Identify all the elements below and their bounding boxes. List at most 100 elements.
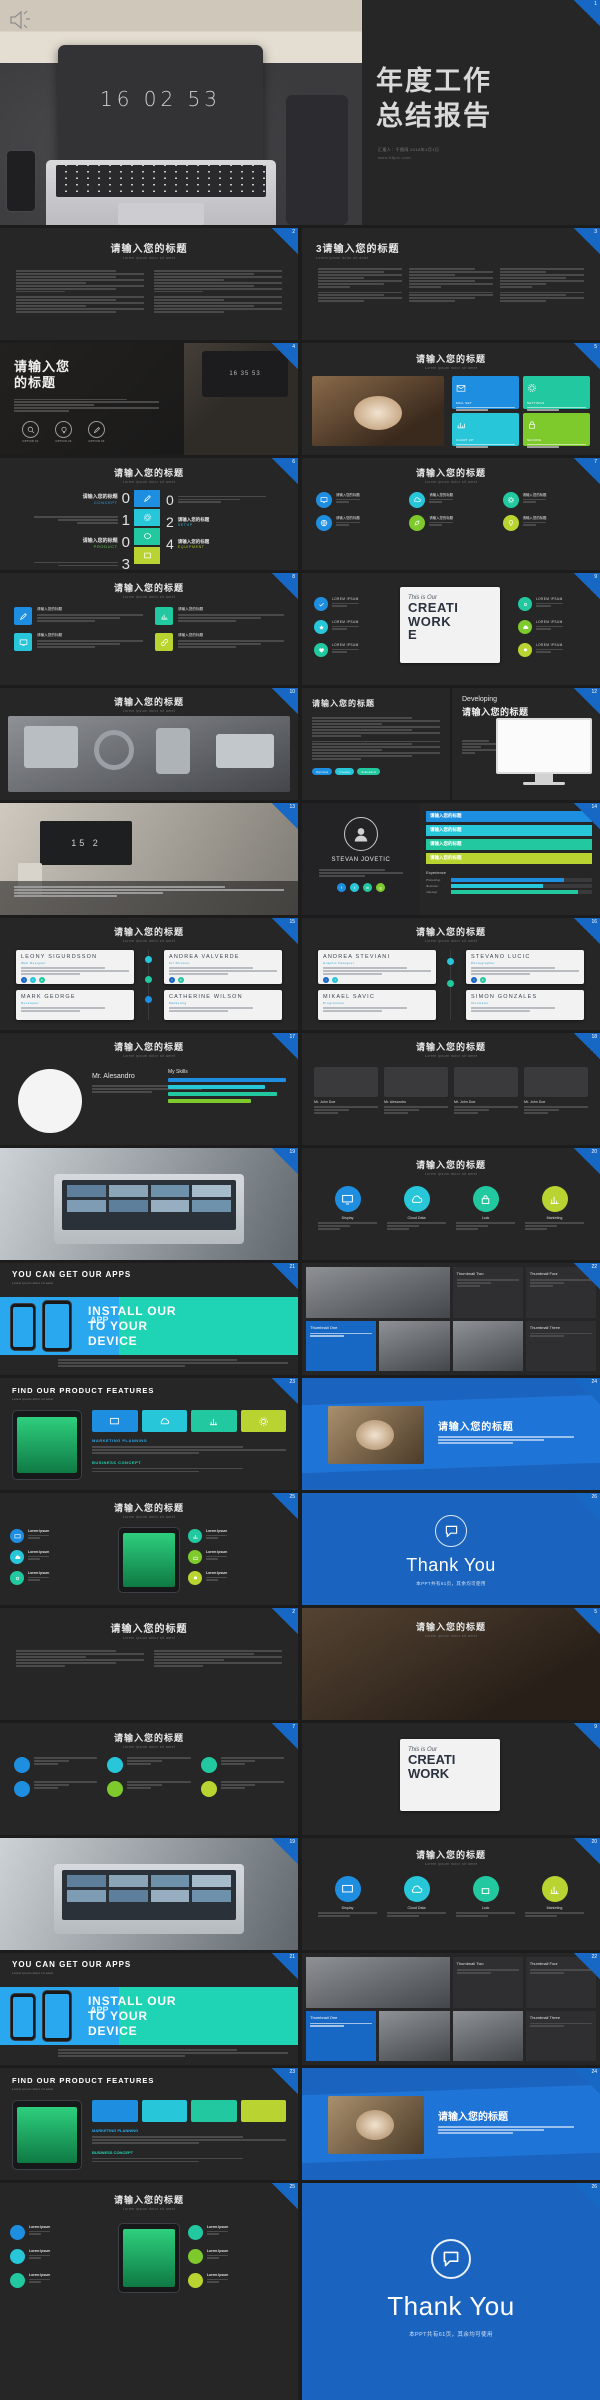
icon-cell[interactable]: 请输入您的标题 (502, 492, 586, 508)
circle-item[interactable]: Display (318, 1876, 377, 1918)
option-item[interactable]: OPTION 01 (22, 421, 39, 443)
slide-coffee-four-boxes[interactable]: 请输入您的标题 Lorem ipsum dolor sit amet 5 (302, 1608, 600, 1720)
circle-item[interactable]: Lock (456, 1876, 515, 1918)
team-card[interactable]: STEVANO LUCIC Photographer f in (466, 950, 584, 984)
slide-phone-features[interactable]: 请输入您的标题 Lorem ipsum dolor sit amet Lorem… (0, 1493, 298, 1605)
slide-laptop-photo[interactable]: 19 (0, 1838, 298, 1950)
tag-chip[interactable]: Create (335, 768, 355, 775)
feature-row[interactable]: 请输入您的标题 (14, 633, 143, 651)
bullet-item[interactable]: LOREM IPSUM (314, 620, 392, 634)
thumbnail-cell[interactable]: Thumbnail One (306, 1320, 377, 1371)
social-icon-facebook[interactable]: f (323, 976, 329, 983)
feature-box[interactable]: CHART UP (452, 413, 519, 448)
slide-text-three-column[interactable]: 3请输入您的标题 Lorem ipsum dolor sit amet 3 (302, 228, 600, 340)
icon-cell[interactable] (14, 1781, 98, 1797)
bullet-item[interactable]: LOREM IPSUM (518, 620, 590, 634)
slide-team-cards-left[interactable]: 请输入您的标题 Lorem ipsum dolor sit amet LEONY… (0, 918, 298, 1030)
feature-box[interactable]: SECURE (523, 413, 590, 448)
numbered-item[interactable]: 请输入您的标题 PRODUCT 0 (10, 534, 130, 551)
social-icon-linkedin[interactable]: in (480, 976, 486, 983)
feature-item[interactable]: Lorem Ipsum (188, 1550, 288, 1564)
feature-item[interactable]: Lorem Ipsum (10, 1529, 110, 1543)
circle-item[interactable]: Marketing (525, 1186, 584, 1231)
slide-text-two-column[interactable]: 请输入您的标题 Lorem ipsum dolor sit amet 2 (0, 1608, 298, 1720)
slide-thumbnail-grid[interactable]: Thumbnail Two Thumbnail Four Thumbnail O… (302, 1953, 600, 2065)
person-item[interactable]: Mr. John Doe (524, 1067, 588, 1115)
thumbnail-cell[interactable]: Thumbnail Two (452, 1957, 523, 2008)
feature-item[interactable]: Lorem Ipsum (10, 2249, 110, 2264)
slide-four-circle-icons[interactable]: 请输入您的标题 Lorem ipsum dolor sit amet Displ… (302, 1838, 600, 1950)
monitor-icon[interactable] (92, 1410, 138, 1432)
monitor-icon[interactable] (92, 2100, 138, 2122)
feature-item[interactable]: Lorem Ipsum (10, 2225, 110, 2240)
slide-laptop-photo[interactable]: 19 (0, 1148, 298, 1260)
social-icon-linkedin[interactable]: in (39, 976, 45, 983)
bullet-item[interactable]: LOREM IPSUM (314, 597, 392, 611)
social-icon-linkedin[interactable]: in (363, 882, 372, 892)
numbered-item[interactable]: 1 (10, 512, 130, 529)
bullet-item[interactable]: LOREM IPSUM (518, 597, 590, 611)
icon-cell[interactable] (200, 1757, 284, 1773)
slide-cover[interactable]: 16 02 53 年度工作 总结报告 汇报人：千图网 2018年1月1日 www… (0, 0, 600, 225)
team-card[interactable]: SIMON GONZALES Illustrator (466, 990, 584, 1020)
slide-text-two-column[interactable]: 请输入您的标题 Lorem ipsum dolor sit amet 2 (0, 228, 298, 340)
icon-cell[interactable]: 请输入您的标题 (409, 492, 492, 508)
social-icon-facebook[interactable]: f (169, 976, 175, 983)
cloud-icon[interactable] (141, 1410, 187, 1432)
icon-cell[interactable] (107, 1781, 191, 1797)
social-icon-twitter[interactable]: t (30, 976, 36, 983)
social-icon-twitter[interactable]: t (332, 976, 338, 983)
thumbnail-cell[interactable]: Thumbnail One (306, 2010, 377, 2061)
numbered-item[interactable]: 3 (10, 556, 130, 570)
slide-apps-banner[interactable]: YOU CAN GET OUR APPS Lorem ipsum dolor s… (0, 1953, 298, 2065)
cloud-icon[interactable] (141, 2100, 187, 2122)
circle-item[interactable]: Cloud Data (387, 1876, 446, 1918)
feature-item[interactable]: Lorem Ipsum (188, 2273, 288, 2288)
slide-thank-you[interactable]: Thank You 本PPT共有61页，其余均可使用 26 (302, 1493, 600, 1605)
slide-dark-text-card[interactable]: 请输入您的标题 Options Create Standard (302, 688, 450, 800)
feature-item[interactable]: Lorem Ipsum (188, 2225, 288, 2240)
slide-profile-skills[interactable]: STEVAN JOVETIC f t in g 请输入您的标题 请输入您的标题 … (302, 803, 600, 915)
icon-cell[interactable]: 请输入您的标题 (409, 515, 492, 531)
social-icon-linkedin[interactable]: in (178, 976, 184, 983)
person-item[interactable]: Mr. John Doe (314, 1067, 378, 1115)
gear-icon[interactable] (240, 1410, 286, 1432)
person-item[interactable]: Mr. Alesandro (384, 1067, 448, 1115)
slide-monitor-mockup[interactable]: Developing 请输入您的标题 12 (452, 688, 600, 800)
icon-cell[interactable] (107, 1757, 191, 1773)
icon-cell[interactable]: 请输入您的标题 (316, 492, 399, 508)
slide-phone-features[interactable]: 请输入您的标题 Lorem ipsum dolor sit amet Lorem… (0, 2183, 298, 2400)
thumbnail-cell[interactable]: Thumbnail Two (452, 1267, 523, 1318)
slide-team-cards-right[interactable]: 请输入您的标题 Lorem ipsum dolor sit amet ANDRE… (302, 918, 600, 1030)
circle-item[interactable]: Cloud Data (387, 1186, 446, 1231)
slide-office-photo[interactable]: 15 2 13 (0, 803, 298, 915)
feature-row[interactable]: 请输入您的标题 (14, 607, 143, 625)
bullet-item[interactable]: LOREM IPSUM (314, 643, 392, 657)
circle-item[interactable]: Display (318, 1186, 377, 1231)
feature-item[interactable]: Lorem Ipsum (10, 2273, 110, 2288)
slide-product-photo[interactable]: 请输入您的标题 Lorem ipsum dolor sit amet 10 (0, 688, 298, 800)
feature-box[interactable]: SETTINGS (523, 376, 590, 411)
team-card[interactable]: CATHERINE WILSON Marketing (164, 990, 282, 1020)
slide-ribbon-photo[interactable]: 请输入您的标题 24 (302, 1378, 600, 1490)
icon-cell[interactable]: 请输入您的标题 (316, 515, 399, 531)
circle-item[interactable]: Marketing (525, 1876, 584, 1918)
slide-feature-list-four[interactable]: 请输入您的标题 Lorem ipsum dolor sit amet 请输入您的… (0, 573, 298, 685)
social-icon-google[interactable]: g (376, 882, 385, 892)
icon-cell[interactable]: 请输入您的标题 (502, 515, 586, 531)
numbered-item[interactable]: 2 请输入您的标题 SETUP (166, 514, 291, 530)
slide-product-features[interactable]: FIND OUR PRODUCT FEATURES Lorem ipsum do… (0, 1378, 298, 1490)
slide-icon-grid-six[interactable]: 请输入您的标题 Lorem ipsum dolor sit amet 请输入您的… (302, 458, 600, 570)
feature-item[interactable]: Lorem Ipsum (10, 1571, 110, 1585)
chart-icon[interactable] (191, 1410, 237, 1432)
person-item[interactable]: Mr. John Doe (454, 1067, 518, 1115)
social-icon-facebook[interactable]: f (471, 976, 477, 983)
tag-chip[interactable]: Options (312, 768, 333, 775)
team-card[interactable]: ANDREA VALVERDE Art Director f in (164, 950, 282, 984)
social-icon-facebook[interactable]: f (21, 976, 27, 983)
numbered-item[interactable]: 0 (166, 492, 291, 508)
chart-icon[interactable] (191, 2100, 237, 2122)
slide-numbered-list[interactable]: 请输入您的标题 Lorem ipsum dolor sit amet 请输入您的… (0, 458, 298, 570)
social-icon-twitter[interactable]: t (350, 882, 359, 892)
option-item[interactable]: OPTION 03 (88, 421, 105, 443)
